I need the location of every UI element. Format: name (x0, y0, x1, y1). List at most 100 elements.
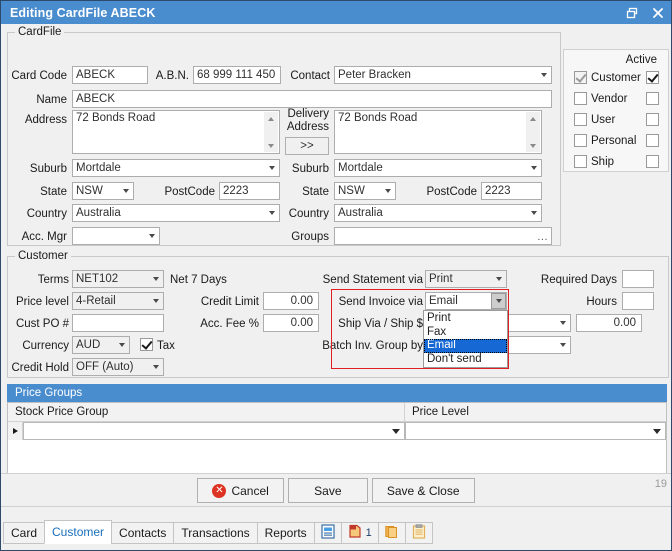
state-combo[interactable]: NSW (72, 182, 134, 200)
credit-hold-combo[interactable]: OFF (Auto) (72, 358, 164, 376)
active-checkbox-customer[interactable] (646, 71, 659, 84)
acc-fee-input[interactable]: 0.00 (263, 314, 319, 332)
address-scrollbar[interactable] (264, 112, 278, 152)
delivery-state-combo[interactable]: NSW (334, 182, 396, 200)
currency-combo[interactable]: AUD (72, 336, 130, 354)
delivery-state-value: NSW (338, 185, 365, 197)
copy-address-button[interactable]: >> (285, 137, 329, 155)
scroll-down-icon[interactable] (526, 139, 540, 152)
delivery-suburb-label: Suburb (267, 162, 329, 176)
chevron-down-icon[interactable] (526, 160, 541, 176)
restore-window-icon[interactable] (619, 1, 645, 24)
suburb-label: Suburb (5, 162, 67, 176)
cell-price-level[interactable] (405, 422, 666, 440)
chevron-down-icon[interactable] (555, 337, 570, 353)
dropdown-option-dont-send[interactable]: Don't send (424, 353, 507, 367)
cancel-button[interactable]: ✕ Cancel (197, 478, 283, 503)
credit-limit-label: Credit Limit (181, 295, 259, 309)
delivery-postcode-input[interactable]: 2223 (481, 182, 542, 200)
credit-limit-input[interactable]: 0.00 (263, 292, 319, 310)
tab-copy-icon-button[interactable] (378, 522, 406, 544)
scroll-down-icon[interactable] (264, 139, 278, 152)
save-button[interactable]: Save (288, 478, 368, 503)
tab-reports[interactable]: Reports (257, 522, 315, 544)
close-icon[interactable] (645, 1, 671, 24)
chevron-down-icon[interactable] (118, 183, 133, 199)
dropdown-option-email[interactable]: Email (424, 339, 507, 353)
chevron-down-icon[interactable] (653, 429, 661, 434)
tab-clipboard-icon-button[interactable] (405, 522, 433, 544)
delivery-state-label: State (267, 185, 329, 199)
price-level-combo[interactable]: 4-Retail (72, 292, 164, 310)
type-checkbox-vendor[interactable] (574, 92, 587, 105)
chevron-down-icon[interactable] (148, 359, 163, 375)
dropdown-option-fax[interactable]: Fax (424, 326, 507, 340)
type-checkbox-personal[interactable] (574, 134, 587, 147)
state-value: NSW (76, 185, 103, 197)
send-invoice-combo[interactable]: Email (425, 292, 507, 310)
chevron-down-icon[interactable] (392, 429, 400, 434)
type-checkbox-ship[interactable] (574, 155, 587, 168)
country-combo[interactable]: Australia (72, 204, 280, 222)
chevron-down-icon[interactable] (536, 67, 551, 83)
delivery-address-label: DeliveryAddress (282, 108, 329, 134)
chevron-down-icon[interactable] (148, 293, 163, 309)
corner-number: 19 (655, 478, 667, 490)
acc-mgr-combo[interactable] (72, 227, 160, 245)
send-invoice-dropdown-list[interactable]: Print Fax Email Don't send (423, 310, 508, 368)
hours-input[interactable] (622, 292, 654, 310)
type-checkbox-customer[interactable] (574, 71, 587, 84)
tab-contacts[interactable]: Contacts (111, 522, 174, 544)
cust-po-input[interactable] (72, 314, 164, 332)
delivery-country-combo[interactable]: Australia (334, 204, 542, 222)
ship-amount-input[interactable]: 0.00 (576, 314, 642, 332)
scroll-up-icon[interactable] (264, 112, 278, 125)
scroll-up-icon[interactable] (526, 112, 540, 125)
terms-description: Net 7 Days (170, 273, 280, 287)
groups-input[interactable]: ... (334, 227, 552, 245)
chevron-down-icon[interactable] (114, 337, 129, 353)
save-and-close-button[interactable]: Save & Close (372, 478, 475, 503)
send-statement-combo[interactable]: Print (425, 270, 507, 288)
active-checkbox-user[interactable] (646, 113, 659, 126)
notes-badge: 1 (366, 527, 372, 539)
chevron-down-icon[interactable] (144, 228, 159, 244)
abn-input[interactable]: 68 999 111 450 (193, 66, 281, 84)
dropdown-option-print[interactable]: Print (424, 312, 507, 326)
chevron-down-icon[interactable] (491, 271, 506, 287)
tax-checkbox[interactable] (140, 338, 153, 351)
card-code-input[interactable]: ABECK (72, 66, 148, 84)
delivery-suburb-combo[interactable]: Mortdale (334, 159, 542, 177)
delivery-address-textarea[interactable]: 72 Bonds Road (334, 110, 542, 154)
price-groups-header: Price Groups (7, 384, 667, 402)
tab-card[interactable]: Card (3, 522, 45, 544)
address-textarea[interactable]: 72 Bonds Road (72, 110, 280, 154)
name-input[interactable]: ABECK (72, 90, 552, 108)
tab-strip: Card Customer Contacts Transactions Repo… (3, 520, 432, 544)
chevron-down-icon[interactable] (148, 271, 163, 287)
chevron-down-icon[interactable] (380, 183, 395, 199)
active-checkbox-vendor[interactable] (646, 92, 659, 105)
state-label: State (5, 185, 67, 199)
table-row[interactable] (8, 422, 666, 440)
terms-combo[interactable]: NET102 (72, 270, 164, 288)
contact-label: Contact (284, 69, 330, 83)
chevron-down-icon[interactable] (555, 315, 570, 331)
required-days-input[interactable] (622, 270, 654, 288)
type-checkbox-user[interactable] (574, 113, 587, 126)
contact-combo[interactable]: Peter Bracken (334, 66, 552, 84)
active-checkbox-personal[interactable] (646, 134, 659, 147)
groups-ellipsis-button[interactable]: ... (537, 230, 548, 245)
chevron-down-icon[interactable] (526, 205, 541, 221)
grid-header-stock-price-group[interactable]: Stock Price Group (8, 403, 405, 421)
tab-customer[interactable]: Customer (44, 520, 112, 544)
tab-document-icon-button[interactable] (314, 522, 342, 544)
suburb-combo[interactable]: Mortdale (72, 159, 280, 177)
cell-stock-price-group[interactable] (23, 422, 405, 440)
tab-transactions[interactable]: Transactions (173, 522, 257, 544)
chevron-down-icon[interactable] (491, 293, 506, 309)
active-checkbox-ship[interactable] (646, 155, 659, 168)
tab-notes-icon-button[interactable]: 1 (341, 522, 379, 544)
delivery-address-scrollbar[interactable] (526, 112, 540, 152)
grid-header-price-level[interactable]: Price Level (405, 403, 666, 421)
